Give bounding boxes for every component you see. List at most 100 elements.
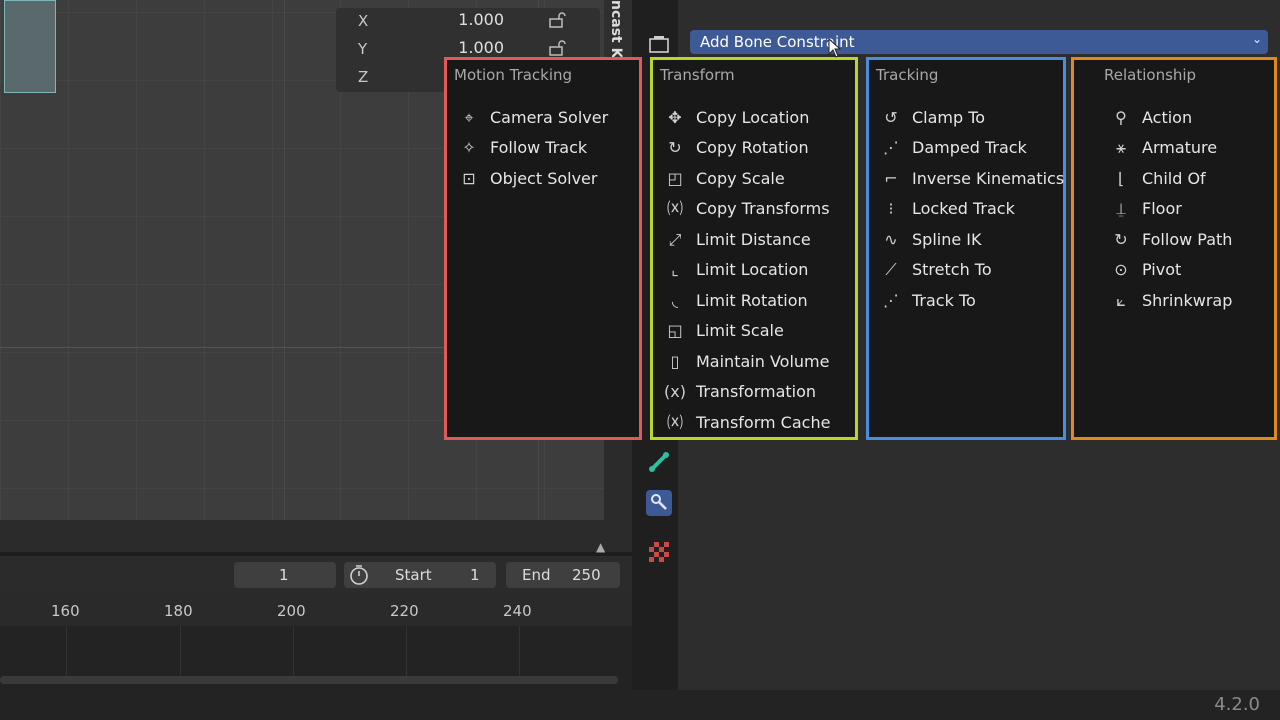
menu-item-copy-location[interactable]: ✥ Copy Location: [663, 106, 851, 132]
ruler-tick: 200: [277, 602, 306, 620]
menu-item-floor[interactable]: ⍊ Floor: [1109, 197, 1269, 223]
menu-item-child-of[interactable]: ⌊ Child Of: [1109, 167, 1269, 193]
follow-track-icon: ✧: [462, 138, 476, 157]
menu-item-limit-rotation[interactable]: ◟ Limit Rotation: [663, 289, 851, 315]
grid-line: [284, 0, 285, 520]
current-frame-field[interactable]: 1: [234, 562, 336, 588]
scale-x-row[interactable]: X 1.000: [336, 8, 600, 32]
menu-item-label: Action: [1142, 108, 1193, 127]
frame-gridline: [406, 626, 407, 676]
menu-item-label: Pivot: [1142, 260, 1182, 279]
menu-item-copy-rotation[interactable]: ↻ Copy Rotation: [663, 136, 851, 162]
menu-item-maintain-volume[interactable]: ▯ Maintain Volume: [663, 350, 851, 376]
menu-item-object-solver[interactable]: ⊡ Object Solver: [457, 167, 635, 193]
timeline: 1 Start 1 End 250 160 180 200 220 240: [0, 556, 632, 690]
menu-item-follow-track[interactable]: ✧ Follow Track: [457, 136, 635, 162]
maintain-volume-icon: ▯: [670, 352, 680, 371]
end-label: End: [522, 566, 551, 584]
end-frame-field[interactable]: End 250: [506, 562, 620, 588]
ruler-tick: 160: [51, 602, 80, 620]
track-to-icon: ⋰: [883, 291, 899, 310]
ruler-tick: 180: [164, 602, 193, 620]
stretch-to-icon: ⟋: [885, 260, 897, 279]
scale-x-value[interactable]: 1.000: [458, 10, 504, 29]
menu-item-inverse-kinematics[interactable]: ⌐ Inverse Kinematics: [879, 167, 1064, 193]
column-title: Relationship: [1104, 66, 1197, 84]
menu-item-label: Copy Location: [696, 108, 810, 127]
timeline-scrollbar[interactable]: [0, 676, 618, 684]
transformation-icon: (x): [664, 382, 686, 401]
start-label: Start: [395, 566, 432, 584]
menu-item-spline-ik[interactable]: ∿ Spline IK: [879, 228, 1059, 254]
copy-transforms-icon: ⒳: [666, 199, 683, 218]
stopwatch-icon[interactable]: [348, 564, 370, 590]
floor-icon: ⍊: [1116, 199, 1126, 218]
scale-y-value[interactable]: 1.000: [458, 38, 504, 57]
lock-icon[interactable]: [548, 40, 568, 56]
chevron-up-icon[interactable]: ▲: [596, 540, 605, 554]
menu-item-copy-scale[interactable]: ◰ Copy Scale: [663, 167, 851, 193]
menu-item-transform-cache[interactable]: ⒳ Transform Cache: [663, 411, 851, 437]
menu-item-limit-scale[interactable]: ◱ Limit Scale: [663, 319, 851, 345]
armature-icon: ⚹: [1116, 138, 1126, 157]
menu-item-label: Shrinkwrap: [1142, 291, 1233, 310]
menu-item-label: Damped Track: [912, 138, 1027, 157]
menu-item-label: Transformation: [696, 382, 817, 401]
menu-column-tracking: Tracking ↺ Clamp To ⋰ Damped Track ⌐ Invers…: [866, 57, 1066, 440]
menu-item-label: Spline IK: [912, 230, 982, 249]
copy-rotation-icon: ↻: [668, 138, 682, 157]
menu-item-label: Copy Rotation: [696, 138, 809, 157]
follow-path-icon: ↻: [1114, 230, 1128, 249]
column-title: Tracking: [876, 66, 939, 84]
axis-label: Y: [358, 40, 368, 58]
end-value: 250: [572, 566, 601, 584]
menu-item-label: Track To: [912, 291, 976, 310]
menu-item-transformation[interactable]: (x) Transformation: [663, 380, 851, 406]
render-properties-icon[interactable]: [646, 32, 672, 58]
menu-item-camera-solver[interactable]: ⌖ Camera Solver: [457, 106, 635, 132]
current-frame-value: 1: [279, 566, 289, 584]
menu-item-copy-transforms[interactable]: ⒳ Copy Transforms: [663, 197, 851, 223]
menu-item-pivot[interactable]: ⊙ Pivot: [1109, 258, 1269, 284]
version-label: 4.2.0: [1214, 694, 1260, 715]
status-bar: 4.2.0: [0, 690, 1280, 720]
shrinkwrap-icon: ⟀: [1116, 291, 1126, 310]
texture-properties-icon[interactable]: [646, 540, 672, 566]
axis-label: X: [358, 12, 369, 30]
frame-gridline: [519, 626, 520, 676]
pivot-icon: ⊙: [1114, 260, 1128, 279]
bone-constraint-properties-icon[interactable]: [646, 490, 672, 516]
sidebar-tab[interactable]: ncast K: [604, 0, 632, 60]
menu-item-damped-track[interactable]: ⋰ Damped Track: [879, 136, 1059, 162]
ruler-tick: 220: [390, 602, 419, 620]
selected-object[interactable]: [4, 0, 56, 93]
menu-item-follow-path[interactable]: ↻ Follow Path: [1109, 228, 1269, 254]
menu-item-label: Copy Scale: [696, 169, 785, 188]
menu-item-action[interactable]: ⚲ Action: [1109, 106, 1269, 132]
menu-item-shrinkwrap[interactable]: ⟀ Shrinkwrap: [1109, 289, 1269, 315]
bone-properties-icon[interactable]: [646, 450, 672, 476]
spline-ik-icon: ∿: [884, 230, 898, 249]
menu-item-track-to[interactable]: ⋰ Track To: [879, 289, 1059, 315]
menu-item-clamp-to[interactable]: ↺ Clamp To: [879, 106, 1059, 132]
copy-location-icon: ✥: [668, 108, 682, 127]
menu-item-armature[interactable]: ⚹ Armature: [1109, 136, 1269, 162]
menu-item-label: Clamp To: [912, 108, 986, 127]
menu-item-label: Stretch To: [912, 260, 992, 279]
menu-item-label: Limit Distance: [696, 230, 811, 249]
clamp-to-icon: ↺: [884, 108, 898, 127]
damped-track-icon: ⋰: [883, 138, 899, 157]
menu-item-label: Transform Cache: [696, 413, 831, 432]
inverse-kinematics-icon: ⌐: [884, 169, 898, 188]
start-frame-field[interactable]: Start 1: [344, 562, 496, 588]
lock-icon[interactable]: [548, 12, 568, 28]
child-of-icon: ⌊: [1117, 169, 1125, 188]
menu-item-stretch-to[interactable]: ⟋ Stretch To: [879, 258, 1059, 284]
add-bone-constraint-button[interactable]: Add Bone Constraint ⌄: [690, 30, 1268, 54]
menu-item-limit-distance[interactable]: ⤢ Limit Distance: [663, 228, 851, 254]
axis-label: Z: [358, 68, 369, 86]
menu-item-limit-location[interactable]: ⌞ Limit Location: [663, 258, 851, 284]
frame-ruler[interactable]: 160 180 200 220 240: [0, 594, 632, 626]
limit-location-icon: ⌞: [671, 260, 679, 279]
menu-item-locked-track[interactable]: ⁝ Locked Track: [879, 197, 1059, 223]
